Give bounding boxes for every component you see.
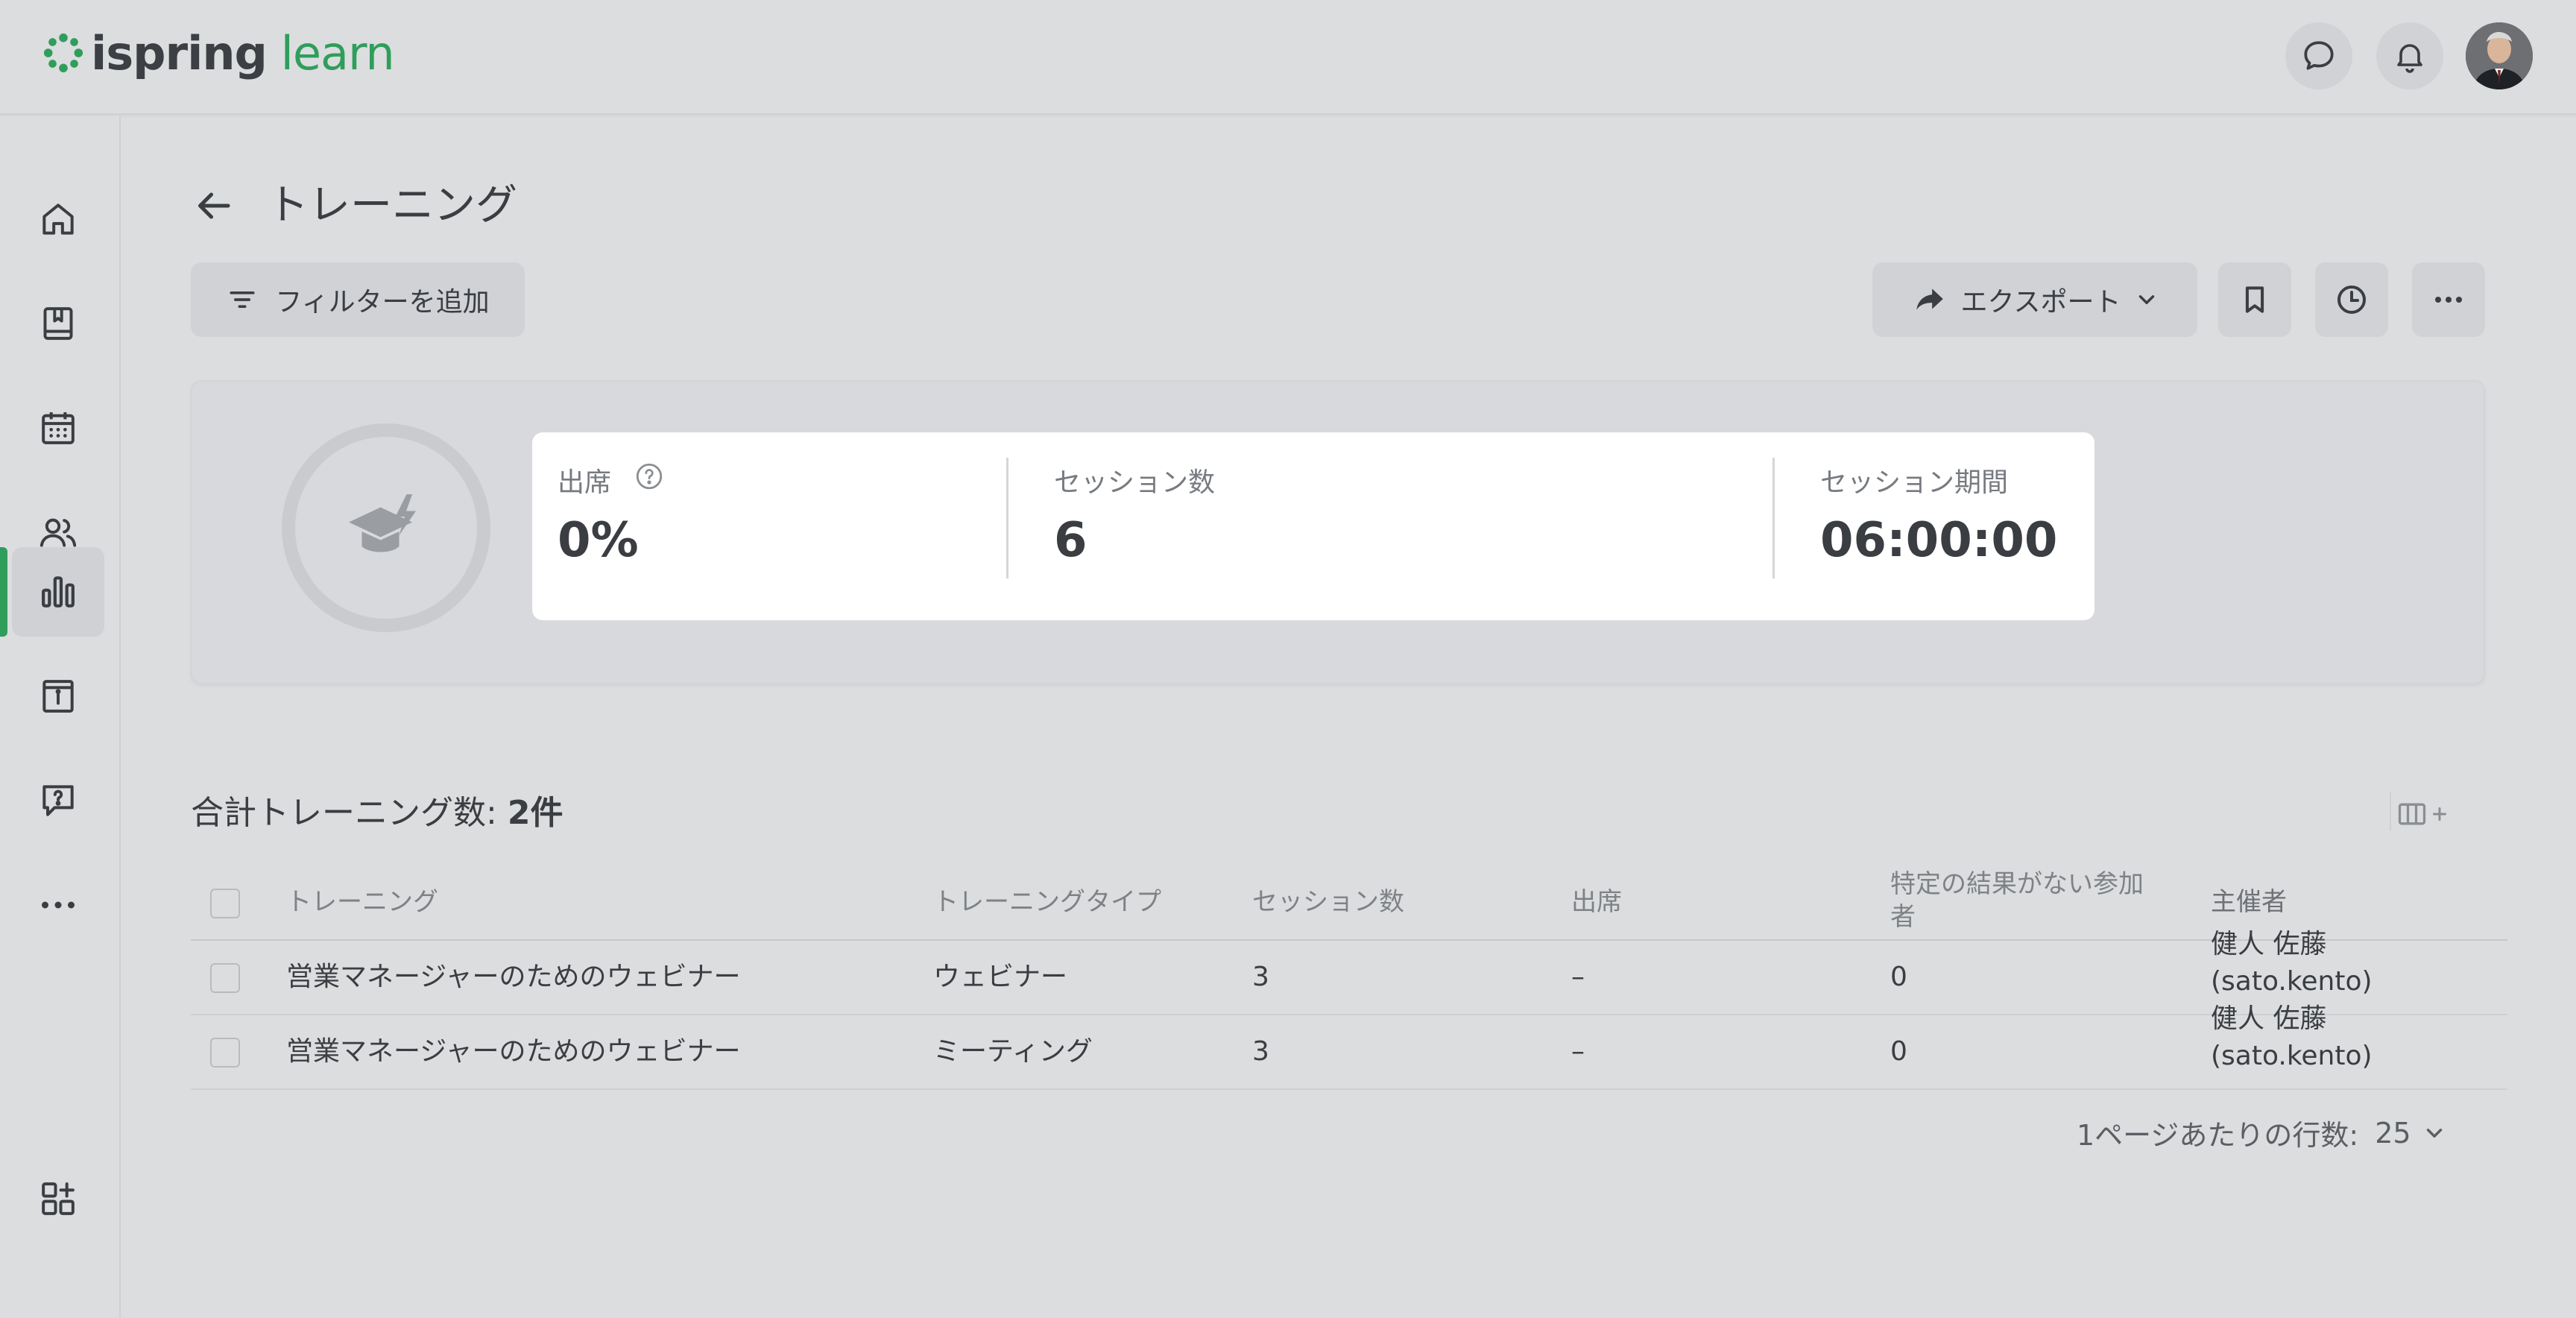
sidebar-item-home[interactable]: [12, 174, 104, 264]
training-name-cell[interactable]: 営業マネージャーのためのウェビナー: [286, 1035, 740, 1069]
sessions-cell: 3: [1252, 962, 1269, 992]
plus-icon: [2433, 807, 2446, 821]
row-checkbox[interactable]: [210, 1038, 240, 1068]
sessions-label: セッション数: [1054, 467, 1216, 498]
share-arrow-icon: [1916, 288, 1943, 310]
organizer-name: 健人 佐藤: [2211, 929, 2327, 959]
notifications-button[interactable]: [2376, 22, 2443, 89]
organizer-cell: 健人 佐藤 (sato.kento): [2211, 1000, 2373, 1075]
calendar-icon: [42, 412, 75, 444]
ispring-learn-logo[interactable]: ispring learn: [42, 25, 395, 81]
book-icon: [43, 307, 73, 340]
attendance-cell: –: [1571, 962, 1585, 992]
add-column-button[interactable]: [2396, 792, 2470, 836]
organizer-login: (sato.kento): [2211, 1041, 2373, 1071]
rows-per-page-control[interactable]: 1ページあたりの行数: 25: [2077, 1112, 2447, 1153]
info-board-icon: [42, 680, 74, 713]
stat-divider: [1006, 458, 1008, 578]
more-horizontal-icon: [2435, 297, 2462, 303]
home-icon: [42, 204, 74, 235]
bookmark-icon: [2245, 286, 2264, 313]
sessions-value: 6: [1054, 513, 1087, 568]
page-title: トレーニング: [267, 181, 517, 230]
summary-stats-panel: 出席 0% セッション数 6 セッション期間 06:00:00: [532, 432, 2094, 620]
sessions-cell: 3: [1252, 1036, 1269, 1067]
attendance-value: 0%: [558, 513, 639, 568]
sidebar-item-calendar[interactable]: [12, 383, 104, 473]
header-divider: [191, 939, 2507, 941]
column-header-organizer[interactable]: 主催者: [2211, 886, 2287, 918]
column-header-attendance[interactable]: 出席: [1571, 886, 1622, 918]
total-count: 2件: [507, 794, 564, 832]
column-header-sessions[interactable]: セッション数: [1252, 886, 1404, 918]
column-header-type[interactable]: トレーニングタイプ: [933, 886, 1161, 918]
avatar-photo-icon: [2466, 22, 2533, 89]
training-progress-ring: [282, 423, 490, 632]
organizer-cell: 健人 佐藤 (sato.kento): [2211, 926, 2373, 1000]
add-filter-button[interactable]: フィルターを追加: [191, 262, 525, 337]
chevron-down-icon: [2139, 295, 2155, 304]
column-header-no-result-line2: 者: [1890, 902, 1916, 932]
logo-text: ispring learn: [91, 25, 395, 81]
select-all-checkbox[interactable]: [210, 889, 240, 918]
history-button[interactable]: [2315, 262, 2388, 337]
add-filter-label: フィルターを追加: [275, 287, 490, 318]
attendance-label: 出席: [558, 467, 612, 498]
top-header: ispring learn: [0, 0, 2576, 115]
add-widget-icon: [42, 1182, 75, 1215]
duration-value: 06:00:00: [1820, 513, 2058, 568]
rows-per-page-label: 1ページあたりの行数:: [2077, 1119, 2359, 1152]
training-type-cell: ウェビナー: [933, 962, 1068, 992]
export-button[interactable]: エクスポート: [1872, 262, 2197, 337]
sidebar-item-add-widget[interactable]: [12, 1154, 104, 1243]
chat-button[interactable]: [2285, 22, 2352, 89]
bell-icon: [2397, 44, 2422, 73]
more-options-button[interactable]: [2412, 262, 2485, 337]
more-icon: [42, 901, 75, 909]
sidebar-active-indicator: [0, 547, 7, 637]
user-avatar[interactable]: [2466, 22, 2533, 89]
no-result-cell: 0: [1890, 962, 1907, 992]
attendance-cell: –: [1571, 1036, 1585, 1067]
sidebar-item-info[interactable]: [12, 652, 104, 741]
stat-divider: [1772, 458, 1775, 578]
export-label: エクスポート: [1960, 287, 2121, 318]
clock-icon: [2337, 286, 2366, 314]
back-arrow-icon[interactable]: [191, 183, 236, 228]
help-circle-icon[interactable]: [634, 461, 665, 492]
row-checkbox[interactable]: [210, 963, 240, 993]
organizer-login: (sato.kento): [2211, 966, 2373, 997]
sidebar-item-more[interactable]: [12, 860, 104, 950]
columns-icon: [2398, 803, 2426, 825]
graduation-cap-icon: [349, 494, 416, 552]
chevron-down-icon: [2426, 1128, 2442, 1138]
training-type-cell: ミーティング: [933, 1036, 1093, 1067]
sidebar-item-courses[interactable]: [12, 279, 104, 368]
duration-label: セッション期間: [1820, 467, 2009, 498]
filter-icon: [230, 291, 255, 308]
no-result-cell: 0: [1890, 1036, 1907, 1067]
row-divider: [191, 1088, 2507, 1090]
toolbar-divider: [2390, 792, 2391, 830]
chat-bubble-icon: [2304, 41, 2334, 70]
organizer-name: 健人 佐藤: [2211, 1003, 2327, 1034]
main-content: トレーニング フィルターを追加 エクスポート 出席 0% セッション数 6 セッ…: [122, 116, 2576, 1318]
logo-mark-icon: [43, 33, 83, 73]
column-header-no-result-line1: 特定の結果がない参加: [1890, 869, 2144, 899]
rows-per-page-value: 25: [2375, 1116, 2411, 1150]
bar-chart-icon: [42, 576, 75, 608]
help-chat-icon: [42, 785, 74, 816]
total-trainings: 合計トレーニング数: 2件: [191, 786, 563, 833]
row-divider: [191, 1014, 2507, 1015]
sidebar-item-support[interactable]: [12, 756, 104, 845]
training-summary-card: 出席 0% セッション数 6 セッション期間 06:00:00: [191, 380, 2485, 684]
column-header-no-result[interactable]: 特定の結果がない参加 者: [1890, 868, 2144, 933]
left-sidebar: [0, 116, 121, 1318]
training-name-cell[interactable]: 営業マネージャーのためのウェビナー: [286, 960, 740, 994]
total-label: 合計トレーニング数:: [191, 794, 497, 832]
bookmark-button[interactable]: [2218, 262, 2291, 337]
column-header-training[interactable]: トレーニング: [286, 886, 438, 918]
sidebar-item-reports[interactable]: [12, 547, 104, 637]
